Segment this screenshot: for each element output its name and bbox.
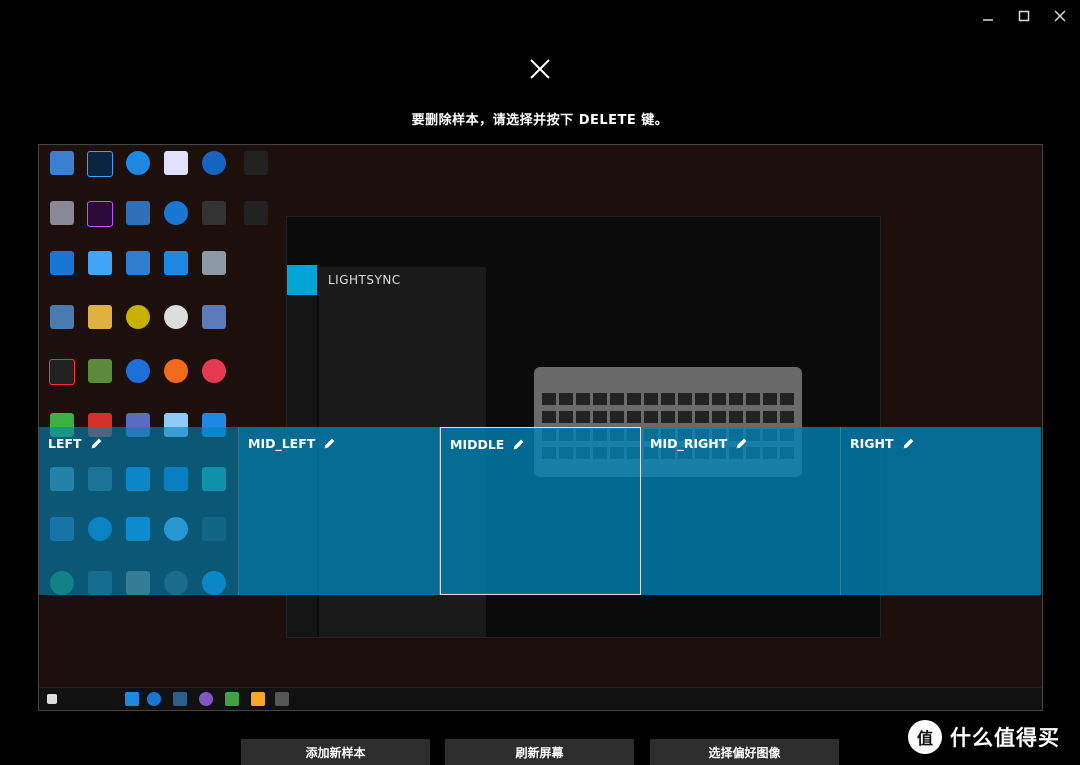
desktop-icon xyxy=(197,151,231,189)
watermark: 值 什么值得买 xyxy=(908,720,1060,754)
choose-preferred-image-button[interactable]: 选择偏好图像 xyxy=(650,739,839,765)
start-icon xyxy=(47,694,57,704)
maximize-icon[interactable] xyxy=(1016,8,1032,24)
desktop-icon xyxy=(83,359,117,397)
zone-mid-right[interactable]: MID_RIGHT xyxy=(641,427,841,595)
taskbar-app-icon xyxy=(199,692,213,706)
taskbar-app-icon xyxy=(125,692,139,706)
zone-mid-left[interactable]: MID_LEFT xyxy=(239,427,440,595)
desktop-icon xyxy=(197,359,231,397)
desktop-icon xyxy=(45,305,79,343)
edit-pencil-icon[interactable] xyxy=(323,437,336,450)
zone-label: MIDDLE xyxy=(450,437,505,452)
desktop-icon xyxy=(121,305,155,343)
close-icon[interactable] xyxy=(1052,8,1068,24)
desktop-icon xyxy=(121,251,155,289)
taskbar-app-icon xyxy=(173,692,187,706)
desktop-icon xyxy=(45,251,79,289)
taskbar-app-icon xyxy=(251,692,265,706)
taskbar-app-icon xyxy=(225,692,239,706)
edit-pencil-icon[interactable] xyxy=(902,437,915,450)
minimize-icon[interactable] xyxy=(980,8,996,24)
desktop-icon xyxy=(83,305,117,343)
desktop-icon xyxy=(197,305,231,343)
refresh-screen-button[interactable]: 刷新屏幕 xyxy=(445,739,634,765)
inner-app-title: LIGHTSYNC xyxy=(328,273,401,287)
desktop-icon xyxy=(159,201,193,239)
watermark-text: 什么值得买 xyxy=(950,726,1060,750)
window-controls xyxy=(980,8,1068,24)
zone-label: MID_RIGHT xyxy=(650,436,728,451)
zone-right[interactable]: RIGHT xyxy=(841,427,1041,595)
desktop-icon xyxy=(121,151,155,189)
desktop-icon xyxy=(197,251,231,289)
zone-left[interactable]: LEFT xyxy=(39,427,239,595)
edit-pencil-icon[interactable] xyxy=(90,437,103,450)
watermark-logo: 值 xyxy=(908,720,942,754)
zone-label: RIGHT xyxy=(850,436,894,451)
edit-pencil-icon[interactable] xyxy=(512,438,525,451)
zone-label: LEFT xyxy=(48,436,82,451)
desktop-icon xyxy=(83,151,117,191)
close-dialog-icon[interactable] xyxy=(527,56,553,82)
desktop-icon xyxy=(83,251,117,289)
desktop-icon xyxy=(159,251,193,289)
desktop-icon xyxy=(121,359,155,397)
desktop-icon xyxy=(45,359,79,399)
desktop-icon xyxy=(239,151,273,189)
zone-label: MID_LEFT xyxy=(248,436,316,451)
desktop-icon xyxy=(159,151,193,189)
add-sample-button[interactable]: 添加新样本 xyxy=(241,739,430,765)
taskbar xyxy=(39,687,1042,710)
zone-middle[interactable]: MIDDLE xyxy=(440,427,641,595)
edit-pencil-icon[interactable] xyxy=(735,437,748,450)
desktop-icon xyxy=(45,151,79,189)
desktop-icon xyxy=(239,201,273,239)
desktop-icon xyxy=(121,201,155,239)
taskbar-app-icon xyxy=(275,692,289,706)
instruction-text: 要删除样本，请选择并按下 DELETE 键。 xyxy=(411,113,669,128)
desktop-icon xyxy=(159,305,193,343)
taskbar-app-icon xyxy=(147,692,161,706)
desktop-icon xyxy=(45,201,79,239)
desktop-icon xyxy=(159,359,193,397)
desktop-icon xyxy=(83,201,117,241)
lightsync-tab-icon xyxy=(287,265,317,295)
desktop-icon xyxy=(197,201,231,239)
